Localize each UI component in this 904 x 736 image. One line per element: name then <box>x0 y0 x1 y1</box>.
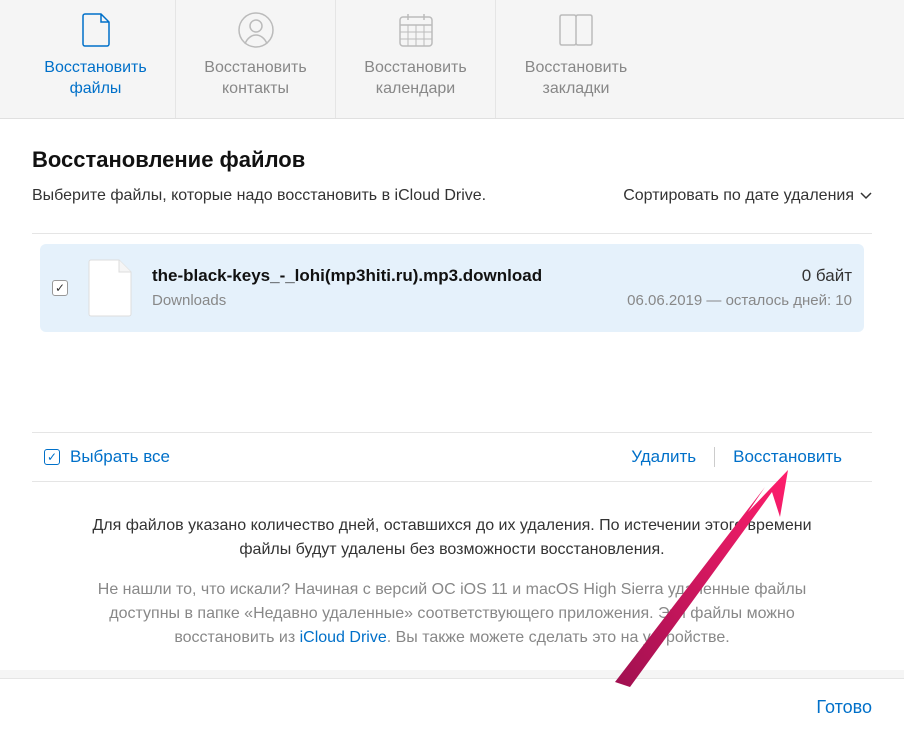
tab-label: Восстановить контакты <box>204 58 306 100</box>
file-list: the-black-keys_-_lohi(mp3hiti.ru).mp3.do… <box>32 233 872 433</box>
tab-label: Восстановить закладки <box>525 58 627 100</box>
help-text: Для файлов указано количество дней, оста… <box>32 482 872 670</box>
file-meta: 0 байт 06.06.2019 — осталось дней: 10 <box>627 266 852 309</box>
subheader: Выберите файлы, которые надо восстановит… <box>32 187 872 205</box>
tab-restore-contacts[interactable]: Восстановить контакты <box>176 0 336 118</box>
select-all[interactable]: Выбрать все <box>44 447 170 467</box>
footer: Готово <box>0 678 904 736</box>
file-checkbox[interactable] <box>52 280 68 296</box>
file-date: 06.06.2019 — осталось дней: 10 <box>627 292 852 309</box>
tab-label: Восстановить файлы <box>44 58 146 100</box>
tab-restore-files[interactable]: Восстановить файлы <box>16 0 176 118</box>
instruction-text: Выберите файлы, которые надо восстановит… <box>32 187 486 205</box>
file-thumbnail-icon <box>86 258 136 318</box>
sort-dropdown[interactable]: Сортировать по дате удаления <box>623 187 872 205</box>
tabs-bar: Восстановить файлы Восстановить контакты… <box>0 0 904 119</box>
tab-restore-bookmarks[interactable]: Восстановить закладки <box>496 0 656 118</box>
help-secondary: Не нашли то, что искали? Начиная с верси… <box>72 578 832 650</box>
done-button[interactable]: Готово <box>816 697 872 718</box>
select-all-label: Выбрать все <box>70 447 170 467</box>
file-icon <box>82 12 110 48</box>
sort-label: Сортировать по дате удаления <box>623 187 854 205</box>
delete-button[interactable]: Удалить <box>613 447 714 467</box>
action-bar: Выбрать все Удалить Восстановить <box>32 433 872 482</box>
file-info: the-black-keys_-_lohi(mp3hiti.ru).mp3.do… <box>152 266 627 309</box>
file-size: 0 байт <box>627 266 852 286</box>
help-primary: Для файлов указано количество дней, оста… <box>72 514 832 562</box>
icloud-drive-link[interactable]: iCloud Drive <box>300 629 387 646</box>
file-row[interactable]: the-black-keys_-_lohi(mp3hiti.ru).mp3.do… <box>40 244 864 332</box>
tab-label: Восстановить календари <box>364 58 466 100</box>
chevron-down-icon <box>860 187 872 205</box>
calendar-icon <box>399 12 433 48</box>
file-name: the-black-keys_-_lohi(mp3hiti.ru).mp3.do… <box>152 266 627 286</box>
bookmark-icon <box>557 12 595 48</box>
file-location: Downloads <box>152 292 627 309</box>
tab-restore-calendars[interactable]: Восстановить календари <box>336 0 496 118</box>
content-area: Восстановление файлов Выберите файлы, ко… <box>0 119 904 670</box>
contact-icon <box>238 12 274 48</box>
restore-button[interactable]: Восстановить <box>715 447 860 467</box>
select-all-checkbox[interactable] <box>44 449 60 465</box>
action-buttons: Удалить Восстановить <box>613 447 860 467</box>
page-title: Восстановление файлов <box>32 147 872 173</box>
help-text-post: . Вы также можете сделать это на устройс… <box>387 629 730 646</box>
